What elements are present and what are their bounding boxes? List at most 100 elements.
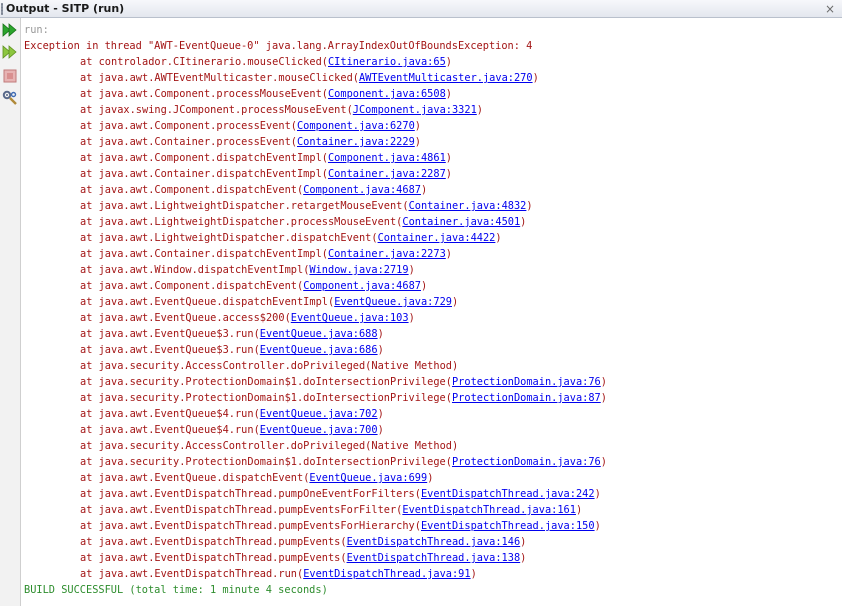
close-icon[interactable]: × bbox=[825, 1, 835, 17]
stack-frame-line: at java.security.AccessController.doPriv… bbox=[80, 440, 459, 452]
source-link[interactable]: JComponent.java:3321 bbox=[353, 104, 477, 116]
source-link[interactable]: Container.java:2273 bbox=[328, 248, 446, 260]
stack-frame-line: at java.security.AccessController.doPriv… bbox=[80, 360, 459, 372]
source-link[interactable]: EventQueue.java:699 bbox=[309, 472, 427, 484]
output-window-titlebar: Output - SITP (run) × bbox=[0, 0, 842, 18]
run-line: run: bbox=[24, 24, 49, 36]
frame-method: at java.awt.EventDispatchThread.pumpOneE… bbox=[80, 488, 415, 500]
source-link[interactable]: Component.java:4687 bbox=[303, 280, 421, 292]
source-link[interactable]: Component.java:6508 bbox=[328, 88, 446, 100]
source-link[interactable]: EventQueue.java:700 bbox=[260, 424, 378, 436]
stack-frame-line: at java.awt.Component.processEvent(Compo… bbox=[80, 120, 421, 132]
stack-frame-line: at java.awt.Component.dispatchEvent(Comp… bbox=[80, 280, 428, 292]
frame-method: at java.awt.EventQueue$4.run bbox=[80, 408, 254, 420]
stop-button[interactable] bbox=[1, 68, 19, 84]
stack-frame-line: at controlador.CItinerario.mouseClicked(… bbox=[80, 56, 452, 68]
stack-frame-line: at java.awt.EventQueue$4.run(EventQueue.… bbox=[80, 408, 384, 420]
native-method-label: Native Method bbox=[371, 440, 452, 452]
drag-grip-icon[interactable] bbox=[1, 3, 3, 15]
build-status-line: BUILD SUCCESSFUL (total time: 1 minute 4… bbox=[24, 584, 328, 596]
source-link[interactable]: Container.java:4501 bbox=[402, 216, 520, 228]
source-link[interactable]: Component.java:6270 bbox=[297, 120, 415, 132]
stack-frame-line: at java.awt.AWTEventMulticaster.mouseCli… bbox=[80, 72, 539, 84]
source-link[interactable]: EventQueue.java:103 bbox=[291, 312, 409, 324]
output-toolbar bbox=[0, 18, 21, 606]
source-link[interactable]: Component.java:4861 bbox=[328, 152, 446, 164]
stop-icon bbox=[3, 69, 17, 83]
source-link[interactable]: AWTEventMulticaster.java:270 bbox=[359, 72, 533, 84]
stack-frame-line: at java.awt.EventQueue$3.run(EventQueue.… bbox=[80, 328, 384, 340]
source-link[interactable]: Container.java:4422 bbox=[378, 232, 496, 244]
frame-method: at java.awt.EventDispatchThread.pumpEven… bbox=[80, 520, 415, 532]
source-link[interactable]: Container.java:2287 bbox=[328, 168, 446, 180]
source-link[interactable]: EventDispatchThread.java:150 bbox=[421, 520, 595, 532]
frame-method: at javax.swing.JComponent.processMouseEv… bbox=[80, 104, 347, 116]
stack-frame-line: at java.awt.Container.processEvent(Conta… bbox=[80, 136, 421, 148]
stack-frame-line: at java.awt.Component.processMouseEvent(… bbox=[80, 88, 452, 100]
frame-method: at java.awt.LightweightDispatcher.dispat… bbox=[80, 232, 372, 244]
frame-method: at java.awt.EventQueue.access$200 bbox=[80, 312, 285, 324]
stack-frame-line: at java.awt.Container.dispatchEventImpl(… bbox=[80, 248, 452, 260]
frame-method: at java.awt.Component.dispatchEvent bbox=[80, 184, 297, 196]
source-link[interactable]: EventDispatchThread.java:146 bbox=[347, 536, 521, 548]
frame-method: at controlador.CItinerario.mouseClicked bbox=[80, 56, 322, 68]
settings-icon bbox=[2, 90, 17, 105]
source-link[interactable]: EventQueue.java:702 bbox=[260, 408, 378, 420]
source-link[interactable]: EventQueue.java:688 bbox=[260, 328, 378, 340]
frame-method: at java.security.ProtectionDomain$1.doIn… bbox=[80, 456, 446, 468]
stack-frame-line: at java.security.ProtectionDomain$1.doIn… bbox=[80, 376, 607, 388]
frame-method: at java.awt.LightweightDispatcher.retarg… bbox=[80, 200, 403, 212]
source-link[interactable]: Container.java:4832 bbox=[409, 200, 527, 212]
stack-frame-line: at java.security.ProtectionDomain$1.doIn… bbox=[80, 456, 607, 468]
rerun-with-options-icon bbox=[2, 45, 17, 59]
stack-frame-line: at java.awt.LightweightDispatcher.dispat… bbox=[80, 232, 502, 244]
frame-method: at java.security.AccessController.doPriv… bbox=[80, 440, 366, 452]
frame-method: at java.awt.EventDispatchThread.pumpEven… bbox=[80, 536, 341, 548]
frame-method: at java.awt.LightweightDispatcher.proces… bbox=[80, 216, 397, 228]
frame-method: at java.awt.EventDispatchThread.run bbox=[80, 568, 297, 580]
stack-frame-line: at java.awt.EventDispatchThread.pumpOneE… bbox=[80, 488, 601, 500]
rerun-icon bbox=[2, 23, 17, 37]
source-link[interactable]: EventDispatchThread.java:91 bbox=[303, 568, 470, 580]
stack-frame-line: at java.awt.LightweightDispatcher.proces… bbox=[80, 216, 527, 228]
settings-button[interactable] bbox=[1, 90, 19, 106]
stack-frame-line: at javax.swing.JComponent.processMouseEv… bbox=[80, 104, 483, 116]
frame-method: at java.awt.Component.processMouseEvent bbox=[80, 88, 322, 100]
frame-method: at java.awt.Window.dispatchEventImpl bbox=[80, 264, 304, 276]
rerun-button[interactable] bbox=[1, 22, 19, 38]
frame-method: at java.awt.Container.dispatchEventImpl bbox=[80, 248, 322, 260]
source-link[interactable]: Component.java:4687 bbox=[303, 184, 421, 196]
window-title: Output - SITP (run) bbox=[6, 2, 125, 15]
output-console[interactable]: run: Exception in thread "AWT-EventQueue… bbox=[21, 18, 842, 606]
frame-method: at java.awt.EventQueue$4.run bbox=[80, 424, 254, 436]
stack-frame-line: at java.awt.EventQueue.dispatchEvent(Eve… bbox=[80, 472, 434, 484]
stack-frame-line: at java.awt.EventQueue.dispatchEventImpl… bbox=[80, 296, 459, 308]
native-method-label: Native Method bbox=[371, 360, 452, 372]
source-link[interactable]: EventDispatchThread.java:161 bbox=[402, 504, 576, 516]
source-link[interactable]: Window.java:2719 bbox=[309, 264, 408, 276]
stack-frame-line: at java.awt.EventDispatchThread.pumpEven… bbox=[80, 520, 601, 532]
stack-frame-line: at java.awt.Component.dispatchEvent(Comp… bbox=[80, 184, 428, 196]
frame-method: at java.security.AccessController.doPriv… bbox=[80, 360, 366, 372]
frame-method: at java.awt.AWTEventMulticaster.mouseCli… bbox=[80, 72, 353, 84]
frame-method: at java.awt.EventQueue$3.run bbox=[80, 328, 254, 340]
source-link[interactable]: EventDispatchThread.java:138 bbox=[347, 552, 521, 564]
source-link[interactable]: EventQueue.java:686 bbox=[260, 344, 378, 356]
source-link[interactable]: EventDispatchThread.java:242 bbox=[421, 488, 595, 500]
frame-method: at java.security.ProtectionDomain$1.doIn… bbox=[80, 392, 446, 404]
source-link[interactable]: EventQueue.java:729 bbox=[334, 296, 452, 308]
source-link[interactable]: CItinerario.java:65 bbox=[328, 56, 446, 68]
rerun-with-options-button[interactable] bbox=[1, 44, 19, 60]
frame-method: at java.awt.EventQueue$3.run bbox=[80, 344, 254, 356]
source-link[interactable]: ProtectionDomain.java:76 bbox=[452, 456, 601, 468]
frame-method: at java.awt.Container.processEvent bbox=[80, 136, 291, 148]
source-link[interactable]: Container.java:2229 bbox=[297, 136, 415, 148]
source-link[interactable]: ProtectionDomain.java:87 bbox=[452, 392, 601, 404]
stack-frame-line: at java.awt.LightweightDispatcher.retarg… bbox=[80, 200, 533, 212]
stack-frame-line: at java.awt.EventQueue$3.run(EventQueue.… bbox=[80, 344, 384, 356]
source-link[interactable]: ProtectionDomain.java:76 bbox=[452, 376, 601, 388]
frame-method: at java.awt.EventDispatchThread.pumpEven… bbox=[80, 552, 341, 564]
frame-method: at java.security.ProtectionDomain$1.doIn… bbox=[80, 376, 446, 388]
frame-method: at java.awt.Component.dispatchEvent bbox=[80, 280, 297, 292]
stack-frame-line: at java.awt.EventDispatchThread.pumpEven… bbox=[80, 552, 527, 564]
